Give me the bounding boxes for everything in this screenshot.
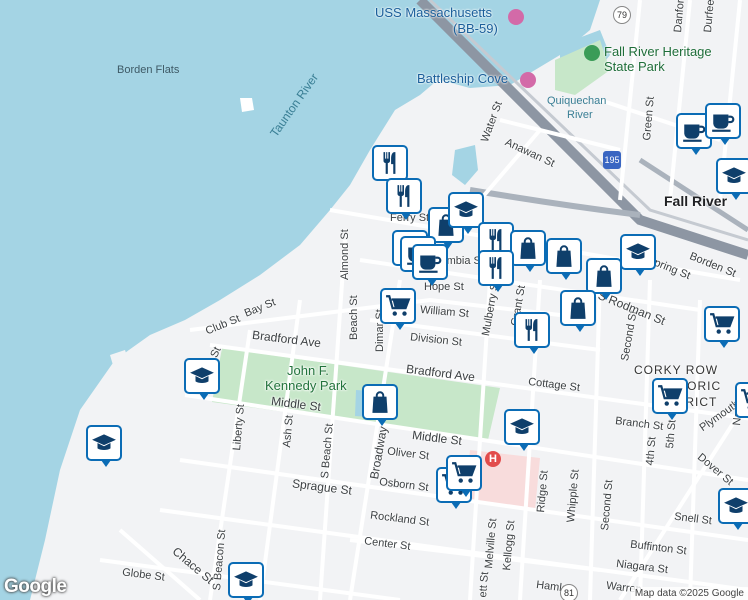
google-logo: Google <box>4 576 67 597</box>
restaurant-icon <box>397 185 410 207</box>
restaurant-pin[interactable] <box>386 178 422 220</box>
school-icon <box>724 497 748 514</box>
cart-pin[interactable] <box>652 378 688 420</box>
cart-icon <box>741 389 748 409</box>
corky-row-label-1: CORKY ROW <box>634 363 719 377</box>
school-pin[interactable] <box>184 358 220 400</box>
shopping-icon <box>596 265 612 287</box>
shopping-icon <box>570 297 586 319</box>
shopping-icon <box>556 245 572 267</box>
shopping-pin[interactable] <box>362 384 398 426</box>
jfk-park-label-2: Kennedy Park <box>265 378 347 393</box>
school-icon <box>454 201 478 218</box>
museum-icon[interactable] <box>508 9 524 25</box>
jfk-park-label-1: John F. <box>287 363 329 378</box>
street-label-ett: ett St <box>477 571 492 598</box>
shopping-pin[interactable] <box>546 238 582 280</box>
shopping-pin[interactable] <box>586 258 622 300</box>
route-81-shield: 81 <box>560 584 578 600</box>
school-pin[interactable] <box>504 409 540 451</box>
cart-pin[interactable] <box>380 288 416 330</box>
school-icon <box>190 367 214 384</box>
restaurant-pin[interactable] <box>514 312 550 354</box>
school-icon <box>510 418 534 435</box>
cafe-icon <box>712 114 735 132</box>
street-label-beach: Beach St <box>348 295 360 340</box>
school-pin[interactable] <box>620 234 656 276</box>
school-pin[interactable] <box>716 158 748 200</box>
cart-pin[interactable] <box>446 455 482 497</box>
cafe-icon <box>419 255 442 273</box>
state-park-label: State Park <box>604 59 665 74</box>
uss-massachusetts-label: USS Massachusetts <box>375 5 493 20</box>
bb59-label: (BB-59) <box>453 21 498 36</box>
map-attribution[interactable]: Map data ©2025 Google <box>630 587 748 600</box>
restaurant-icon <box>489 257 502 279</box>
shopping-pin[interactable] <box>560 290 596 332</box>
interstate-195-shield: 195 <box>603 151 621 169</box>
street-label-almond: Almond St <box>339 229 351 280</box>
quiquechan-label: Quiquechan <box>547 95 607 107</box>
map-canvas[interactable]: USS Massachusetts (BB-59) Fall River Her… <box>0 0 748 600</box>
cart-pin[interactable] <box>735 382 748 418</box>
fall-river-heritage-label: Fall River Heritage <box>604 44 712 59</box>
battleship-cove-label: Battleship Cove <box>417 71 509 86</box>
cafe-pin[interactable] <box>412 244 448 286</box>
school-icon <box>92 434 116 451</box>
school-pin[interactable] <box>86 425 122 467</box>
shopping-icon <box>372 391 388 413</box>
restaurant-pin[interactable] <box>478 250 514 292</box>
school-icon <box>234 571 258 588</box>
cafe-pin[interactable] <box>705 103 741 145</box>
fall-river-label: Fall River <box>664 193 728 209</box>
route-79-shield: 79 <box>613 6 631 24</box>
shopping-pin[interactable] <box>510 230 546 272</box>
park-tree-icon[interactable] <box>584 45 600 61</box>
cart-icon <box>386 295 411 316</box>
hospital-icon[interactable]: H <box>485 451 501 467</box>
cart-pin[interactable] <box>704 306 740 348</box>
school-icon <box>722 167 746 184</box>
school-icon <box>626 243 650 260</box>
restaurant-pin[interactable] <box>372 145 408 187</box>
cart-icon <box>658 385 683 406</box>
school-pin[interactable] <box>718 488 748 530</box>
cart-icon <box>710 313 735 334</box>
borden-flats-label: Borden Flats <box>117 64 180 76</box>
river-label: River <box>567 109 593 121</box>
shopping-icon <box>520 237 536 259</box>
museum-icon[interactable] <box>520 72 536 88</box>
cafe-icon <box>683 124 706 142</box>
restaurant-icon <box>525 319 538 341</box>
school-pin[interactable] <box>228 562 264 600</box>
restaurant-icon <box>383 152 396 174</box>
cart-icon <box>452 462 477 483</box>
